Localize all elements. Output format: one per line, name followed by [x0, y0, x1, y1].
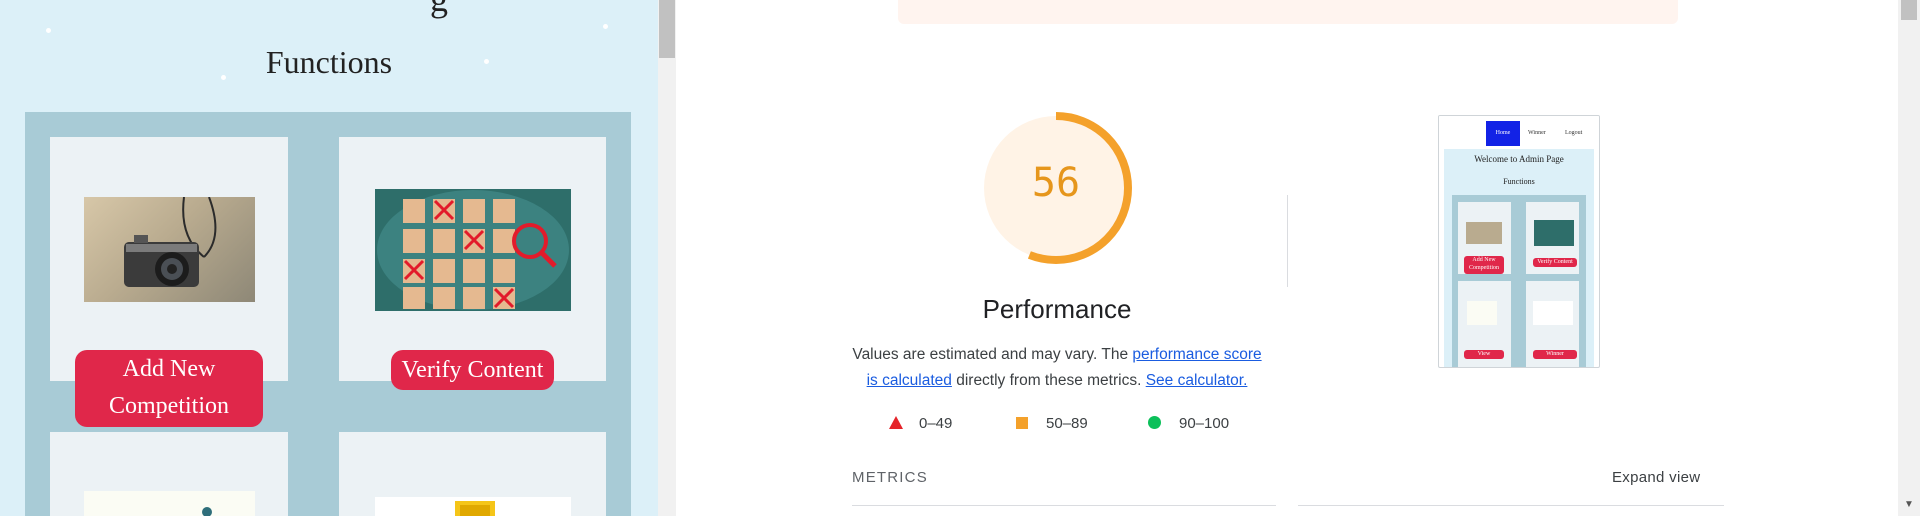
verify-content-button[interactable]: Verify Content [391, 350, 554, 390]
decor-dot [603, 24, 608, 29]
expand-view-toggle[interactable]: Expand view [1612, 469, 1700, 486]
thumb-functions: Functions [1503, 177, 1535, 186]
square-icon [1016, 417, 1028, 429]
trophy-illustration [455, 501, 495, 516]
see-calculator-link[interactable]: See calculator. [1146, 372, 1248, 389]
people-grid-illustration [377, 190, 569, 310]
chart-image [84, 491, 255, 516]
legend-pass: 90–100 [1148, 414, 1229, 434]
description-text: Values are estimated and may vary. The [852, 346, 1133, 363]
description-text: directly from these metrics. [951, 372, 1146, 389]
thumb-view-button: View [1464, 350, 1504, 359]
page-scrollbar[interactable] [658, 0, 676, 516]
metrics-heading: METRICS [852, 469, 928, 486]
triangle-icon [889, 416, 903, 429]
legend-average: 50–89 [1016, 414, 1088, 434]
legend-range: 90–100 [1179, 415, 1230, 432]
vertical-divider [1287, 195, 1288, 287]
page-heading-partial: g [430, 0, 448, 20]
thumb-nav-logout: Logout [1565, 130, 1583, 136]
legend-range: 50–89 [1046, 415, 1088, 432]
chart-illustration [202, 507, 212, 516]
camera-illustration [124, 197, 217, 287]
thumb-nav-winner: Winner [1528, 130, 1546, 136]
metrics-divider [852, 505, 1276, 506]
metrics-divider [1298, 505, 1724, 506]
trophy-image [375, 497, 571, 516]
thumb-crowd-image [1534, 220, 1574, 246]
decor-dot [46, 28, 51, 33]
thumb-welcome: Welcome to Admin Page [1474, 154, 1564, 164]
people-grid-image [375, 189, 571, 311]
performance-description: Values are estimated and may vary. The p… [850, 342, 1264, 394]
legend-fail: 0–49 [889, 414, 952, 434]
performance-title: Performance [982, 294, 1132, 324]
page-viewport: g Functions Add New Competition [0, 0, 658, 516]
warning-banner [898, 0, 1678, 24]
thumb-camera-image [1466, 222, 1502, 244]
camera-image [84, 197, 255, 302]
thumb-nav-home: Home [1486, 121, 1520, 146]
add-new-competition-button[interactable]: Add New Competition [75, 350, 263, 427]
report-scrollbar-thumb[interactable] [1901, 0, 1917, 20]
performance-score: 56 [1031, 160, 1081, 206]
thumb-trophy-image [1533, 301, 1573, 325]
thumb-winner-button: Winner [1533, 350, 1577, 359]
functions-title: Functions [265, 44, 393, 80]
final-screenshot-thumbnail[interactable]: Home Winner Logout Welcome to Admin Page… [1438, 115, 1600, 368]
thumb-add-competition-button: Add New Competition [1464, 256, 1504, 274]
page-scrollbar-thumb[interactable] [659, 0, 675, 58]
circle-icon [1148, 416, 1161, 429]
report-scrollbar[interactable]: ▼ [1898, 0, 1920, 516]
legend-range: 0–49 [919, 415, 953, 432]
thumb-chart-image [1467, 301, 1497, 325]
scroll-down-arrow-icon[interactable]: ▼ [1904, 500, 1914, 510]
thumb-verify-button: Verify Content [1533, 258, 1577, 267]
